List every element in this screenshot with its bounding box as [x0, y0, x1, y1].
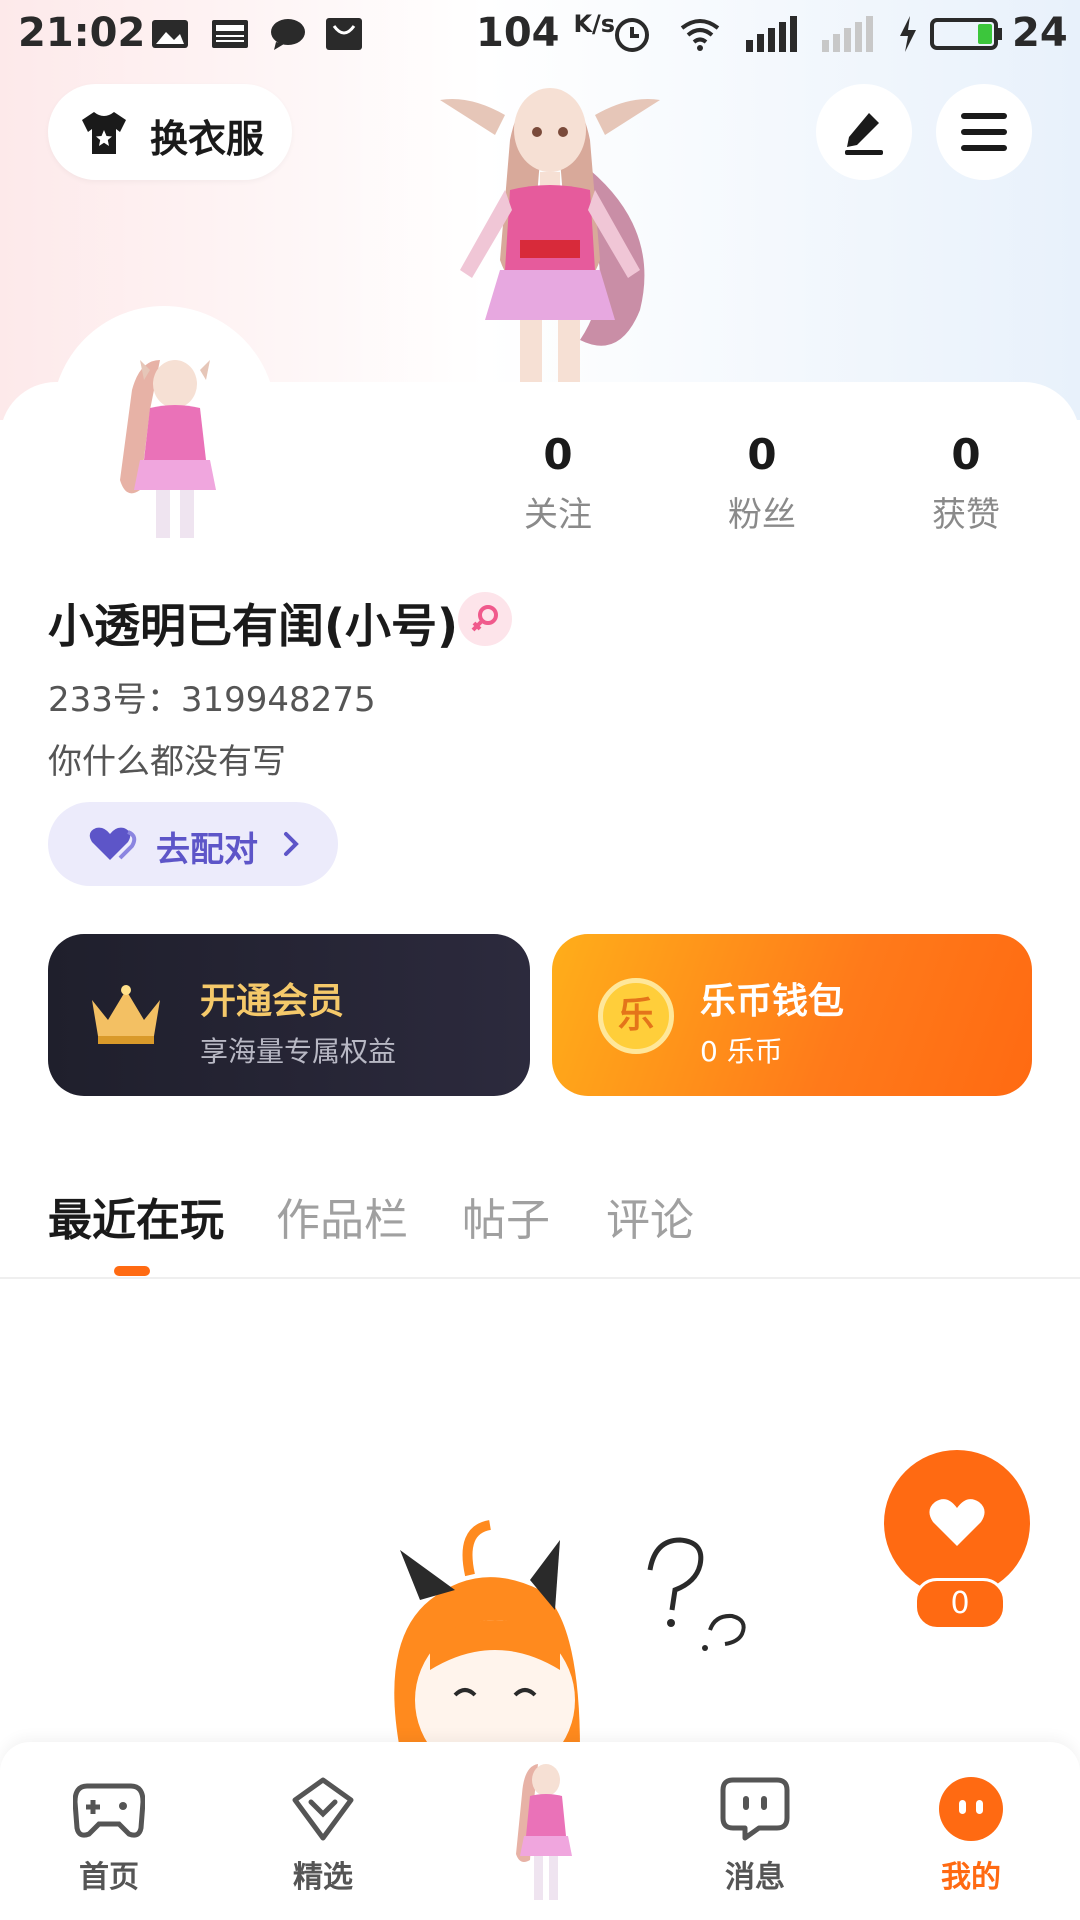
stat-following[interactable]: 0 关注	[478, 430, 638, 536]
wallet-balance: 0 乐币	[700, 1035, 783, 1068]
alarm-icon	[615, 18, 649, 52]
change-outfit-button[interactable]: 换衣服	[48, 84, 292, 180]
nav-messages-label: 消息	[725, 1860, 785, 1895]
heart-icon	[929, 1499, 985, 1546]
crown-icon	[92, 985, 160, 1044]
battery-percentage: 24	[1012, 10, 1068, 56]
vip-subtitle: 享海量专属权益	[200, 1035, 397, 1068]
like-count-badge: 0	[914, 1578, 1006, 1630]
stat-likes-value: 0	[951, 430, 981, 479]
avatar[interactable]	[110, 350, 240, 540]
heart-shield-icon	[292, 1777, 354, 1841]
battery-icon	[930, 18, 1002, 50]
bottom-navigation: 首页 精选 消息 我的	[0, 1742, 1080, 1920]
double-heart-icon	[89, 827, 137, 860]
edit-profile-button[interactable]	[816, 84, 912, 180]
wifi-icon	[680, 19, 720, 51]
go-pair-label: 去配对	[156, 830, 258, 870]
network-speed-unit: K/s	[573, 10, 616, 38]
nav-home[interactable]: 首页	[34, 1742, 184, 1920]
nav-home-label: 首页	[79, 1860, 139, 1895]
stat-followers[interactable]: 0 粉丝	[682, 430, 842, 536]
tab-posts[interactable]: 帖子	[462, 1184, 550, 1248]
go-pair-button[interactable]: 去配对	[48, 802, 338, 886]
status-time: 21:02	[18, 10, 146, 56]
tab-comments[interactable]: 评论	[606, 1184, 694, 1248]
vip-membership-card[interactable]: 开通会员 享海量专属权益	[48, 934, 530, 1096]
hamburger-menu-icon	[961, 113, 1007, 151]
tab-works[interactable]: 作品栏	[276, 1184, 408, 1248]
gallery-notification-icon	[152, 20, 188, 48]
signal-4g-icon	[746, 16, 797, 52]
menu-button[interactable]	[936, 84, 1032, 180]
user-bio[interactable]: 你什么都没有写	[48, 734, 286, 783]
empty-state-illustration	[394, 1520, 746, 1750]
nav-featured-label: 精选	[293, 1860, 353, 1895]
vip-title: 开通会员	[200, 981, 345, 1022]
network-speed-value: 104	[476, 10, 560, 56]
charging-icon	[900, 16, 916, 52]
like-fab-button[interactable]	[884, 1450, 1030, 1596]
stat-followers-label: 粉丝	[728, 495, 796, 535]
chat-notification-icon	[271, 19, 305, 50]
shop-notification-icon	[326, 18, 362, 50]
signal-sim2-icon	[822, 16, 873, 52]
coin-icon: 乐	[598, 978, 674, 1054]
wallet-title: 乐币钱包	[700, 981, 845, 1022]
change-outfit-label: 换衣服	[150, 117, 265, 161]
news-notification-icon	[212, 20, 248, 48]
tshirt-icon	[82, 112, 126, 154]
avatar-3d-figure[interactable]	[400, 60, 700, 390]
tab-divider	[0, 1277, 1080, 1279]
username: 小透明已有闺(小号)	[48, 599, 459, 653]
chevron-right-icon	[284, 832, 299, 856]
gamepad-icon	[73, 1783, 145, 1838]
stat-likes[interactable]: 0 获赞	[886, 430, 1046, 536]
nav-avatar-center[interactable]	[510, 1754, 580, 1904]
stat-following-label: 关注	[524, 495, 592, 535]
nav-featured[interactable]: 精选	[248, 1742, 398, 1920]
stat-followers-value: 0	[747, 430, 777, 479]
female-icon	[471, 605, 498, 632]
chat-bubble-icon	[720, 1777, 790, 1841]
tab-active-indicator	[114, 1266, 150, 1276]
nav-messages[interactable]: 消息	[680, 1742, 830, 1920]
network-speed: 104 K/s	[476, 10, 615, 56]
stat-following-value: 0	[543, 430, 573, 479]
user-id: 233号：319948275	[48, 680, 376, 720]
nav-profile-label: 我的	[941, 1860, 1001, 1895]
profile-face-icon	[939, 1777, 1003, 1841]
stat-likes-label: 获赞	[932, 495, 1000, 535]
tab-recently-played[interactable]: 最近在玩	[48, 1184, 224, 1248]
nav-profile[interactable]: 我的	[896, 1742, 1046, 1920]
pen-icon	[845, 113, 883, 155]
gender-badge	[458, 592, 512, 646]
coin-wallet-card[interactable]: 乐 乐币钱包 0 乐币	[552, 934, 1032, 1096]
